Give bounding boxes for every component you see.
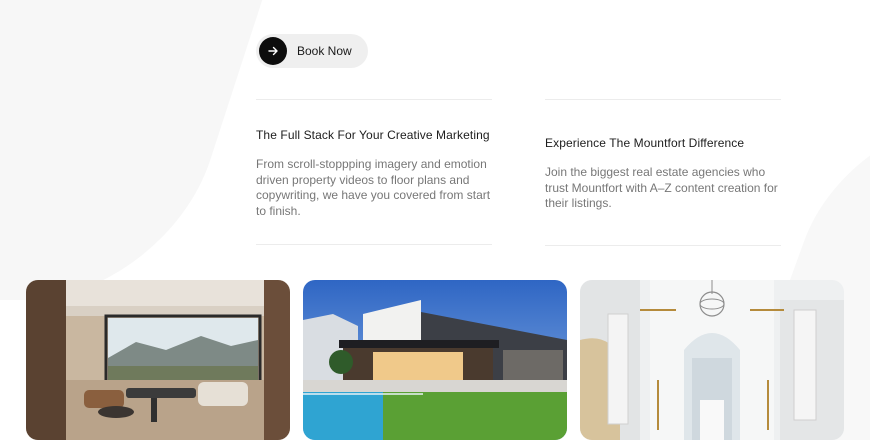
feature-description: From scroll-stoppping imagery and emotio… bbox=[256, 157, 491, 218]
divider bbox=[545, 244, 781, 246]
book-now-button[interactable]: Book Now bbox=[256, 34, 368, 68]
house-exterior-pool-photo[interactable] bbox=[303, 280, 567, 440]
white-hallway-chandelier-photo[interactable] bbox=[580, 280, 844, 440]
feature-title: The Full Stack For Your Creative Marketi… bbox=[256, 128, 490, 142]
background-shape-left bbox=[0, 0, 276, 300]
feature-title: Experience The Mountfort Difference bbox=[545, 136, 745, 150]
living-room-photo[interactable] bbox=[26, 280, 290, 440]
feature-description: Join the biggest real estate agencies wh… bbox=[545, 165, 778, 210]
divider bbox=[545, 99, 781, 100]
divider bbox=[256, 244, 492, 245]
book-now-label: Book Now bbox=[297, 44, 352, 58]
feature-column-mountfort-difference: Experience The Mountfort Difference Join… bbox=[545, 99, 781, 246]
feature-column-creative-marketing: The Full Stack For Your Creative Marketi… bbox=[256, 99, 492, 245]
divider bbox=[256, 99, 492, 100]
arrow-right-icon bbox=[259, 37, 287, 65]
